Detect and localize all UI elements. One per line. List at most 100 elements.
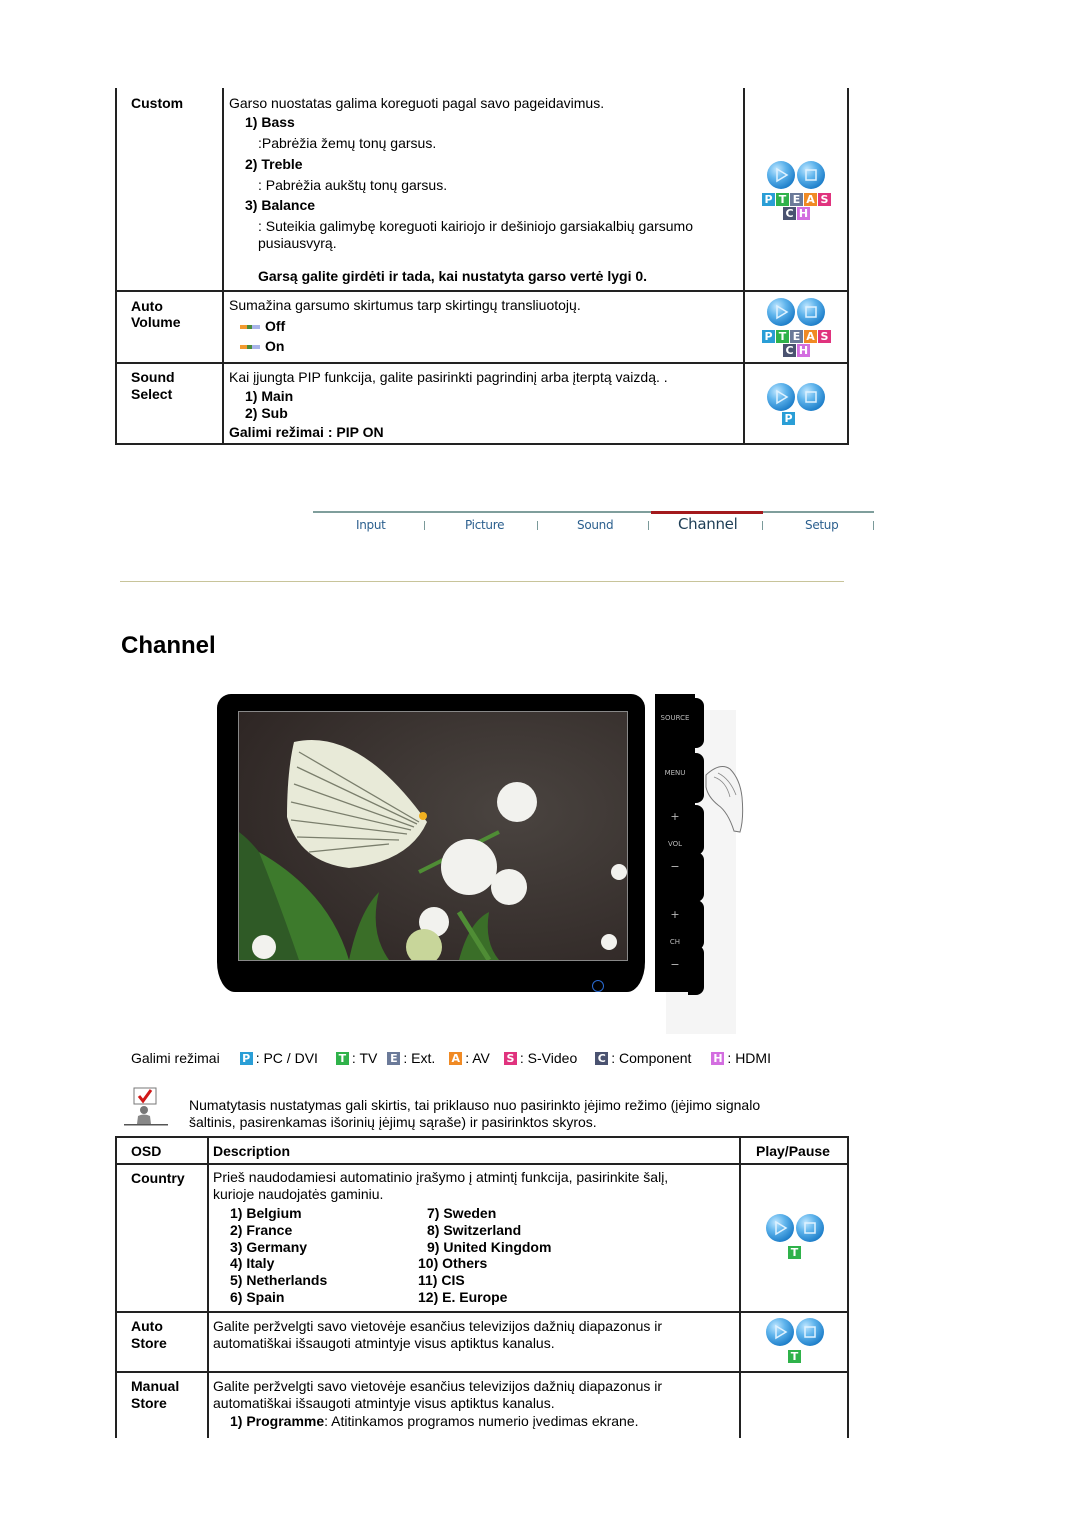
- tab-separator: [762, 521, 763, 530]
- programme-option: 1) Programme: Atitinkamos programos nume…: [230, 1413, 639, 1429]
- row-note: Galimi režimai : PIP ON: [229, 424, 384, 440]
- mode-ext: E : Ext.: [387, 1050, 435, 1066]
- option-desc: pusiausvyrą.: [258, 235, 337, 251]
- osd-label: Auto: [131, 1318, 163, 1334]
- ch-plus-label: +: [670, 908, 680, 921]
- power-indicator-icon: [592, 980, 604, 992]
- tab-separator: [424, 521, 425, 530]
- source-button-shape: [688, 698, 704, 748]
- row-description: automatiškai išsaugoti atmintyje visus a…: [213, 1395, 555, 1411]
- table-border: [115, 1136, 849, 1138]
- tab-channel[interactable]: Channel: [678, 515, 738, 533]
- mode-pc-dvi: P : PC / DVI: [239, 1050, 318, 1066]
- table-border: [115, 1136, 117, 1438]
- table-border: [743, 88, 745, 445]
- tab-separator: [873, 521, 874, 530]
- badge-a-icon: A: [804, 330, 817, 343]
- option-treble: 2) Treble: [245, 156, 303, 172]
- badge-c-icon: C: [783, 207, 796, 220]
- active-tab-indicator: [651, 511, 763, 514]
- badge-t-icon: T: [788, 1350, 801, 1363]
- row-note: Garsą galite girdėti ir tada, kai nustat…: [258, 268, 648, 284]
- option-desc: : Pabrėžia aukštų tonų garsus.: [258, 177, 448, 193]
- mode-s-video: S : S-Video: [503, 1050, 577, 1066]
- header-osd: OSD: [131, 1143, 162, 1159]
- header-play-pause: Play/Pause: [756, 1143, 830, 1159]
- play-icon: [766, 1318, 794, 1346]
- badge-t-icon: T: [776, 330, 789, 343]
- hand-icon: [705, 766, 744, 833]
- stop-icon: [796, 1214, 824, 1242]
- row-description: Galite peržvelgti savo vietovėje esančiu…: [213, 1318, 663, 1334]
- play-icon: [767, 298, 795, 326]
- option-off: Off: [240, 318, 285, 335]
- note-icon: [124, 1087, 168, 1126]
- stop-icon: [797, 298, 825, 326]
- mode-badges: P T E A S: [762, 330, 831, 343]
- badge-e-icon: E: [387, 1051, 401, 1065]
- option-main: 1) Main: [245, 388, 294, 404]
- monitor-screen-image: [238, 711, 628, 961]
- option-desc: : Suteikia galimybę koreguoti kairiojo i…: [258, 218, 693, 234]
- table-border: [207, 1136, 209, 1438]
- table-border: [115, 1311, 849, 1313]
- country-option: 2) France: [230, 1222, 293, 1238]
- available-modes: Galimi režimai P : PC / DVI T : TV E : E…: [131, 1050, 771, 1066]
- note-text: Numatytasis nustatymas gali skirtis, tai…: [189, 1097, 761, 1130]
- badge-p-icon: P: [782, 412, 795, 425]
- play-pause-icon[interactable]: [767, 383, 831, 411]
- ch-label: CH: [669, 938, 681, 946]
- row-description: Prieš naudodamiesi automatinio įrašymo į…: [213, 1169, 669, 1185]
- tab-input[interactable]: Input: [356, 518, 386, 532]
- tab-setup[interactable]: Setup: [805, 518, 839, 532]
- bullet-icon: [240, 325, 260, 330]
- option-sub: 2) Sub: [245, 405, 288, 421]
- menu-label: MENU: [664, 769, 686, 777]
- table-border: [115, 443, 849, 445]
- tab-sound[interactable]: Sound: [577, 518, 614, 532]
- play-pause-icon[interactable]: [767, 161, 831, 189]
- badge-p-icon: P: [762, 193, 775, 206]
- option-on: On: [240, 338, 284, 355]
- badge-h-icon: H: [711, 1051, 725, 1065]
- tab-picture[interactable]: Picture: [465, 518, 504, 532]
- play-pause-icon[interactable]: [766, 1214, 830, 1242]
- table-border: [115, 362, 849, 364]
- osd-label: Store: [131, 1395, 167, 1411]
- play-pause-icon[interactable]: [767, 298, 831, 326]
- stop-icon: [796, 1318, 824, 1346]
- header-description: Description: [213, 1143, 291, 1159]
- mode-component: C : Component: [595, 1050, 691, 1066]
- badge-t-icon: T: [776, 193, 789, 206]
- table-border: [115, 88, 117, 445]
- mode-badges: T: [788, 1350, 801, 1363]
- mode-badges: C H: [783, 207, 810, 220]
- country-option: 10) Others: [418, 1255, 488, 1271]
- row-description: automatiškai išsaugoti atmintyje visus a…: [213, 1335, 555, 1351]
- mode-tv: T : TV: [335, 1050, 377, 1066]
- stop-icon: [797, 161, 825, 189]
- osd-label: Volume: [131, 314, 181, 330]
- table-border: [115, 290, 849, 292]
- badge-a-icon: A: [449, 1051, 463, 1065]
- table-border: [847, 1136, 849, 1438]
- row-description: kurioje naudojatės gaminiu.: [213, 1186, 384, 1202]
- mode-badges: P: [782, 412, 795, 425]
- play-pause-icon[interactable]: [766, 1318, 830, 1346]
- badge-s-icon: S: [818, 193, 831, 206]
- table-border: [847, 88, 849, 445]
- page-title: Channel: [121, 632, 216, 659]
- country-option: 6) Spain: [230, 1289, 285, 1305]
- divider: [120, 581, 844, 582]
- mode-badges: T: [788, 1246, 801, 1259]
- badge-h-icon: H: [797, 344, 810, 357]
- osd-label: Sound: [131, 369, 175, 385]
- osd-label: Country: [131, 1170, 185, 1186]
- modes-label: Galimi režimai: [131, 1050, 220, 1066]
- bullet-icon: [240, 345, 260, 350]
- country-option: 4) Italy: [230, 1255, 275, 1271]
- play-icon: [766, 1214, 794, 1242]
- tabbar-line: [313, 511, 874, 513]
- badge-e-icon: E: [790, 193, 803, 206]
- play-icon: [767, 161, 795, 189]
